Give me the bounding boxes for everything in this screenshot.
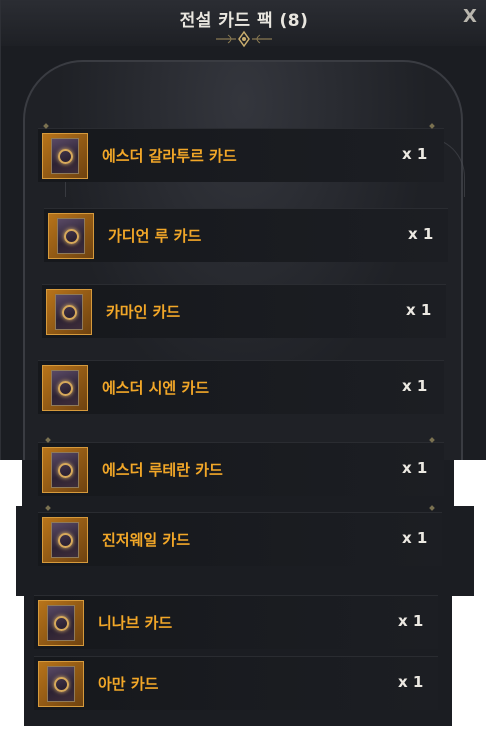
card-list: 에스더 갈라투르 카드 x 1 가디언 루 카드 x 1 카마인 카드 x 1 … <box>0 0 486 734</box>
legendary-card-icon <box>42 365 88 411</box>
card-name: 니나브 카드 <box>98 614 173 632</box>
card-quantity: x 1 <box>398 612 424 630</box>
legendary-card-icon <box>42 447 88 493</box>
legendary-card-icon <box>38 600 84 646</box>
legendary-card-icon <box>42 517 88 563</box>
card-quantity: x 1 <box>398 673 424 691</box>
card-name: 진저웨일 카드 <box>102 531 191 549</box>
card-name: 아만 카드 <box>98 675 159 693</box>
divider-ornament-icon <box>45 505 51 511</box>
card-row[interactable]: 에스더 루테란 카드 x 1 <box>38 442 444 496</box>
card-name: 에스더 시엔 카드 <box>102 379 210 397</box>
card-name: 에스더 루테란 카드 <box>102 461 223 479</box>
divider-ornament-icon <box>429 505 435 511</box>
legendary-card-icon <box>42 133 88 179</box>
card-row[interactable]: 니나브 카드 x 1 <box>34 595 438 649</box>
card-row[interactable]: 가디언 루 카드 x 1 <box>44 208 448 262</box>
card-quantity: x 1 <box>402 145 428 163</box>
card-quantity: x 1 <box>402 377 428 395</box>
card-quantity: x 1 <box>406 301 432 319</box>
card-quantity: x 1 <box>402 529 428 547</box>
legendary-card-icon <box>48 213 94 259</box>
legendary-card-icon <box>46 289 92 335</box>
card-quantity: x 1 <box>402 459 428 477</box>
card-row[interactable]: 카마인 카드 x 1 <box>42 284 446 338</box>
legendary-card-icon <box>38 661 84 707</box>
card-row[interactable]: 에스더 갈라투르 카드 x 1 <box>38 128 444 182</box>
card-row[interactable]: 진저웨일 카드 x 1 <box>38 512 442 566</box>
card-name: 에스더 갈라투르 카드 <box>102 147 237 165</box>
card-name: 카마인 카드 <box>106 303 181 321</box>
card-quantity: x 1 <box>408 225 434 243</box>
card-row[interactable]: 아만 카드 x 1 <box>34 656 438 710</box>
card-row[interactable]: 에스더 시엔 카드 x 1 <box>38 360 444 414</box>
card-name: 가디언 루 카드 <box>108 227 202 245</box>
